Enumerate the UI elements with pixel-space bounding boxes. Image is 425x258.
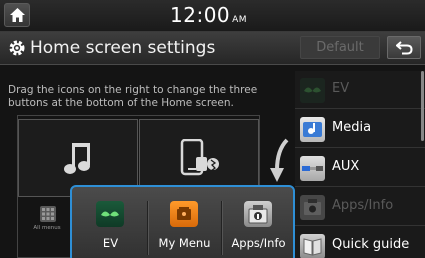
ev-leaf-icon bbox=[300, 78, 325, 103]
list-item-quick-guide[interactable]: Quick guide bbox=[295, 227, 425, 258]
list-item-media[interactable]: Media bbox=[295, 110, 425, 148]
back-arrow-icon bbox=[396, 41, 413, 55]
gear-icon bbox=[9, 40, 25, 56]
phone-bluetooth-icon bbox=[180, 139, 219, 176]
apps-info-icon bbox=[300, 195, 325, 220]
all-menus-icon[interactable] bbox=[39, 205, 57, 223]
curved-arrow-icon bbox=[270, 138, 289, 182]
aux-icon bbox=[300, 156, 325, 181]
default-button[interactable]: Default bbox=[300, 36, 380, 59]
clock: 12:00 AM bbox=[170, 3, 247, 27]
ev-leaf-icon bbox=[96, 201, 124, 227]
my-menu-icon bbox=[170, 201, 198, 227]
scrollbar[interactable] bbox=[421, 71, 424, 141]
clock-ampm: AM bbox=[232, 15, 248, 25]
home-button[interactable] bbox=[4, 3, 30, 27]
list-label-aux: AUX bbox=[332, 159, 360, 174]
bottom-buttons-popup: EV My Menu Apps/Info bbox=[70, 185, 295, 258]
media-icon bbox=[300, 117, 325, 142]
popup-label-apps-info: Apps/Info bbox=[231, 236, 286, 250]
back-button[interactable] bbox=[387, 36, 421, 59]
clock-time: 12:00 bbox=[170, 3, 231, 27]
home-icon bbox=[10, 8, 25, 22]
quick-guide-icon bbox=[300, 234, 325, 258]
list-item-ev[interactable]: EV bbox=[295, 71, 425, 109]
popup-slot-apps-info[interactable]: Apps/Info bbox=[222, 187, 295, 258]
popup-label-ev: EV bbox=[102, 236, 119, 250]
popup-label-my-menu: My Menu bbox=[158, 236, 211, 250]
list-item-aux[interactable]: AUX bbox=[295, 149, 425, 187]
screen: 12:00 AM Home screen settings Default Dra… bbox=[0, 0, 425, 258]
instruction-text: Drag the icons on the right to change th… bbox=[8, 84, 258, 109]
list-label-apps-info: Apps/Info bbox=[332, 198, 394, 213]
popup-slot-my-menu[interactable]: My Menu bbox=[148, 187, 221, 258]
apps-info-icon bbox=[244, 201, 272, 227]
draggable-icons-list: EV Media AUX Apps/Info Quick guide bbox=[295, 71, 425, 258]
music-note-icon bbox=[64, 143, 90, 174]
list-label-quick-guide: Quick guide bbox=[332, 237, 410, 252]
page-title: Home screen settings bbox=[30, 38, 216, 58]
list-label-ev: EV bbox=[332, 81, 350, 96]
status-bar: 12:00 AM bbox=[0, 0, 425, 32]
list-item-apps-info[interactable]: Apps/Info bbox=[295, 188, 425, 226]
title-bar: Home screen settings Default bbox=[0, 32, 425, 65]
all-menus-label: All menus bbox=[33, 225, 61, 231]
popup-slot-ev[interactable]: EV bbox=[74, 187, 147, 258]
list-label-media: Media bbox=[332, 120, 372, 135]
